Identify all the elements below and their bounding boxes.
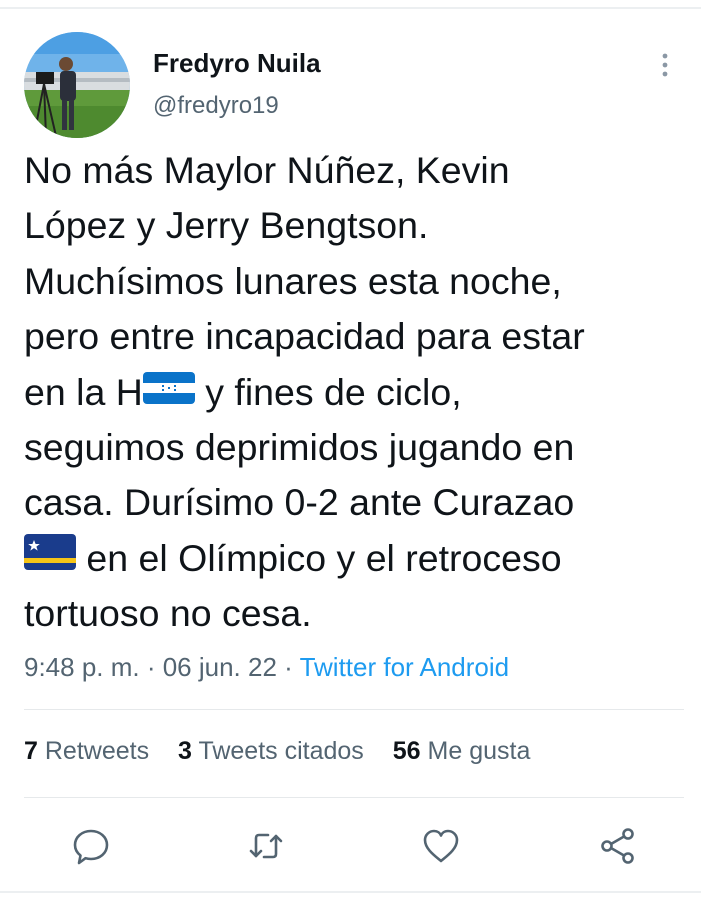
quotes-label: Tweets citados [198,737,364,765]
tweet-text-line: tortuoso no cesa. [24,592,312,635]
likes-count: 56 [392,737,421,765]
more-icon[interactable] [650,50,680,80]
retweets-label: Retweets [44,737,150,765]
tweet-meta: 9:48 p. m. · 06 jun. 22 · Twitter for An… [24,652,509,683]
author-name[interactable]: Fredyro Nuila [153,48,321,79]
tweet-text-line: pero entre incapacidad para estar [24,315,585,358]
tweet-text-line: López y Jerry Bengtson. [24,204,429,247]
author-handle[interactable]: @fredyro19 [153,92,279,120]
likes-stat[interactable]: 56 Me gusta [393,737,531,765]
tweet-text-line: casa. Durísimo 0-2 ante Curazao [24,481,575,524]
flag-honduras-icon [142,364,195,419]
divider [24,709,684,710]
tweet-text-line: en el Olímpico y el retroceso [24,531,694,586]
source-link[interactable]: Twitter for Android [300,652,510,682]
tweet-text-segment: en la H [24,370,143,413]
flag-curacao-icon [24,530,76,585]
tweet-text-segment: y fines de ciclo, [194,370,462,413]
quotes-count: 3 [178,737,192,765]
share-icon[interactable] [598,826,638,866]
likes-label: Me gusta [427,737,531,765]
reply-icon[interactable] [71,826,111,866]
timestamp[interactable]: 9:48 p. m. · 06 jun. 22 · [24,652,300,682]
tweet-text-segment: en el Olímpico y el retroceso [76,536,562,579]
tweet-text: No más Maylor Núñez, Kevin López y Jerry… [24,143,694,642]
quotes-stat[interactable]: 3 Tweets citados [178,737,364,765]
retweets-count: 7 [24,737,38,765]
divider [24,797,684,798]
top-divider [0,7,701,9]
like-icon[interactable] [421,826,461,866]
retweets-stat[interactable]: 7 Retweets [24,737,149,765]
tweet-text-line: seguimos deprimidos jugando en [24,425,575,468]
retweet-icon[interactable] [246,826,286,866]
tweet-text-line: en la H y fines de ciclo, [24,365,694,420]
tweet-text-line: Muchísimos lunares esta noche, [24,259,562,302]
avatar[interactable] [24,32,130,138]
engagement-stats: 7 Retweets 3 Tweets citados 56 Me gusta [24,737,552,766]
tweet-text-line: No más Maylor Núñez, Kevin [24,149,510,191]
bottom-divider [0,891,701,893]
